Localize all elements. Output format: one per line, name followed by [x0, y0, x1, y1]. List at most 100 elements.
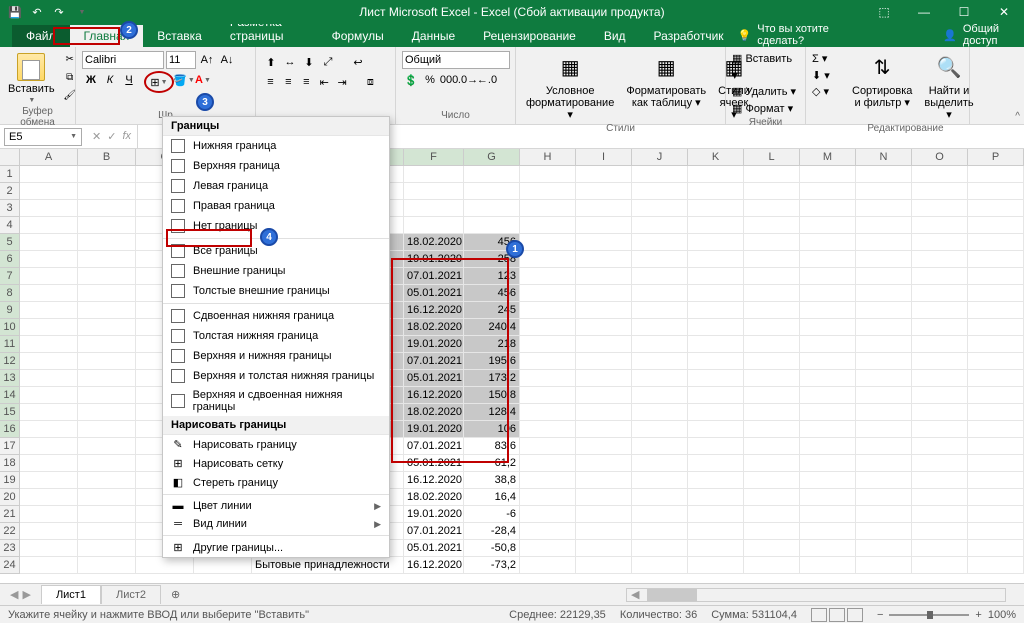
- cell[interactable]: [856, 251, 912, 268]
- row-header-18[interactable]: 18: [0, 455, 20, 472]
- cell[interactable]: [800, 404, 856, 421]
- cell[interactable]: [968, 217, 1024, 234]
- cell[interactable]: [520, 523, 576, 540]
- cell[interactable]: [912, 234, 968, 251]
- cell[interactable]: 83,6: [464, 438, 520, 455]
- cell[interactable]: [576, 217, 632, 234]
- border-option[interactable]: Правая граница: [163, 196, 389, 216]
- cell[interactable]: [856, 455, 912, 472]
- cell[interactable]: [520, 404, 576, 421]
- row-header-1[interactable]: 1: [0, 166, 20, 183]
- page-layout-view-icon[interactable]: [829, 608, 845, 622]
- close-icon[interactable]: ✕: [984, 0, 1024, 24]
- cell[interactable]: [912, 506, 968, 523]
- cell[interactable]: [576, 285, 632, 302]
- row-header-21[interactable]: 21: [0, 506, 20, 523]
- cell[interactable]: [744, 183, 800, 200]
- cell[interactable]: [688, 387, 744, 404]
- cell[interactable]: [912, 336, 968, 353]
- cell[interactable]: [520, 234, 576, 251]
- column-header-K[interactable]: K: [688, 149, 744, 165]
- cell[interactable]: [688, 200, 744, 217]
- cell[interactable]: [912, 370, 968, 387]
- cell[interactable]: Бытовые принадлежности: [252, 557, 404, 574]
- cell[interactable]: [800, 200, 856, 217]
- cell[interactable]: [20, 421, 78, 438]
- cell[interactable]: [20, 217, 78, 234]
- align-right-icon[interactable]: ≡: [298, 73, 315, 91]
- cell[interactable]: [576, 251, 632, 268]
- cell[interactable]: [912, 166, 968, 183]
- cell[interactable]: [744, 557, 800, 574]
- cell[interactable]: [404, 183, 464, 200]
- row-header-19[interactable]: 19: [0, 472, 20, 489]
- row-header-24[interactable]: 24: [0, 557, 20, 574]
- row-header-6[interactable]: 6: [0, 251, 20, 268]
- autosum-button[interactable]: Σ ▾: [812, 51, 836, 68]
- cell[interactable]: [576, 421, 632, 438]
- cell[interactable]: [632, 234, 688, 251]
- cell[interactable]: 18.02.2020: [404, 319, 464, 336]
- cell[interactable]: 07.01.2021: [404, 523, 464, 540]
- align-bottom-icon[interactable]: ⬇: [300, 53, 318, 71]
- border-option[interactable]: Верхняя и сдвоенная нижняя границы: [163, 386, 389, 416]
- cell[interactable]: [688, 540, 744, 557]
- cell[interactable]: [856, 506, 912, 523]
- redo-icon[interactable]: ↷: [52, 5, 66, 19]
- cell[interactable]: [520, 438, 576, 455]
- cell[interactable]: [20, 183, 78, 200]
- cell[interactable]: [632, 387, 688, 404]
- tab-file[interactable]: Файл: [12, 25, 70, 47]
- cell[interactable]: [744, 540, 800, 557]
- cell[interactable]: 61,2: [464, 455, 520, 472]
- cell[interactable]: [688, 421, 744, 438]
- cell[interactable]: -28,4: [464, 523, 520, 540]
- cell[interactable]: [856, 540, 912, 557]
- border-option[interactable]: Верхняя и толстая нижняя границы: [163, 366, 389, 386]
- row-header-16[interactable]: 16: [0, 421, 20, 438]
- cell[interactable]: [78, 421, 136, 438]
- cell[interactable]: [632, 268, 688, 285]
- cell[interactable]: [20, 353, 78, 370]
- add-sheet-button[interactable]: ⊕: [161, 588, 190, 601]
- cell[interactable]: [78, 472, 136, 489]
- cell[interactable]: [968, 353, 1024, 370]
- cell[interactable]: [576, 489, 632, 506]
- cell[interactable]: [576, 268, 632, 285]
- cell[interactable]: 18.02.2020: [404, 489, 464, 506]
- cell[interactable]: [744, 234, 800, 251]
- cell[interactable]: [576, 166, 632, 183]
- decrease-decimal-icon[interactable]: ←.0: [478, 71, 496, 89]
- cell[interactable]: [464, 200, 520, 217]
- cell[interactable]: [912, 455, 968, 472]
- cell[interactable]: 19.01.2020: [404, 251, 464, 268]
- cell[interactable]: [912, 557, 968, 574]
- cell[interactable]: [968, 251, 1024, 268]
- cell[interactable]: [688, 183, 744, 200]
- font-size-select[interactable]: [166, 51, 196, 69]
- cell[interactable]: [912, 421, 968, 438]
- cell[interactable]: [632, 251, 688, 268]
- row-header-2[interactable]: 2: [0, 183, 20, 200]
- cell[interactable]: [632, 353, 688, 370]
- cell[interactable]: [78, 302, 136, 319]
- cell[interactable]: [912, 251, 968, 268]
- column-header-L[interactable]: L: [744, 149, 800, 165]
- cell[interactable]: [800, 557, 856, 574]
- conditional-formatting-button[interactable]: ▦Условное форматирование ▾: [522, 51, 618, 123]
- font-name-select[interactable]: [82, 51, 164, 69]
- cell[interactable]: [744, 285, 800, 302]
- cell[interactable]: [912, 438, 968, 455]
- cell[interactable]: [632, 489, 688, 506]
- row-header-9[interactable]: 9: [0, 302, 20, 319]
- cell[interactable]: [78, 353, 136, 370]
- cell[interactable]: 150,8: [464, 387, 520, 404]
- find-select-button[interactable]: 🔍Найти и выделить ▾: [920, 51, 977, 123]
- tab-insert[interactable]: Вставка: [143, 25, 216, 47]
- row-header-7[interactable]: 7: [0, 268, 20, 285]
- cell[interactable]: 16.12.2020: [404, 557, 464, 574]
- align-top-icon[interactable]: ⬆: [262, 53, 280, 71]
- row-header-12[interactable]: 12: [0, 353, 20, 370]
- cell[interactable]: [632, 370, 688, 387]
- cell[interactable]: [800, 370, 856, 387]
